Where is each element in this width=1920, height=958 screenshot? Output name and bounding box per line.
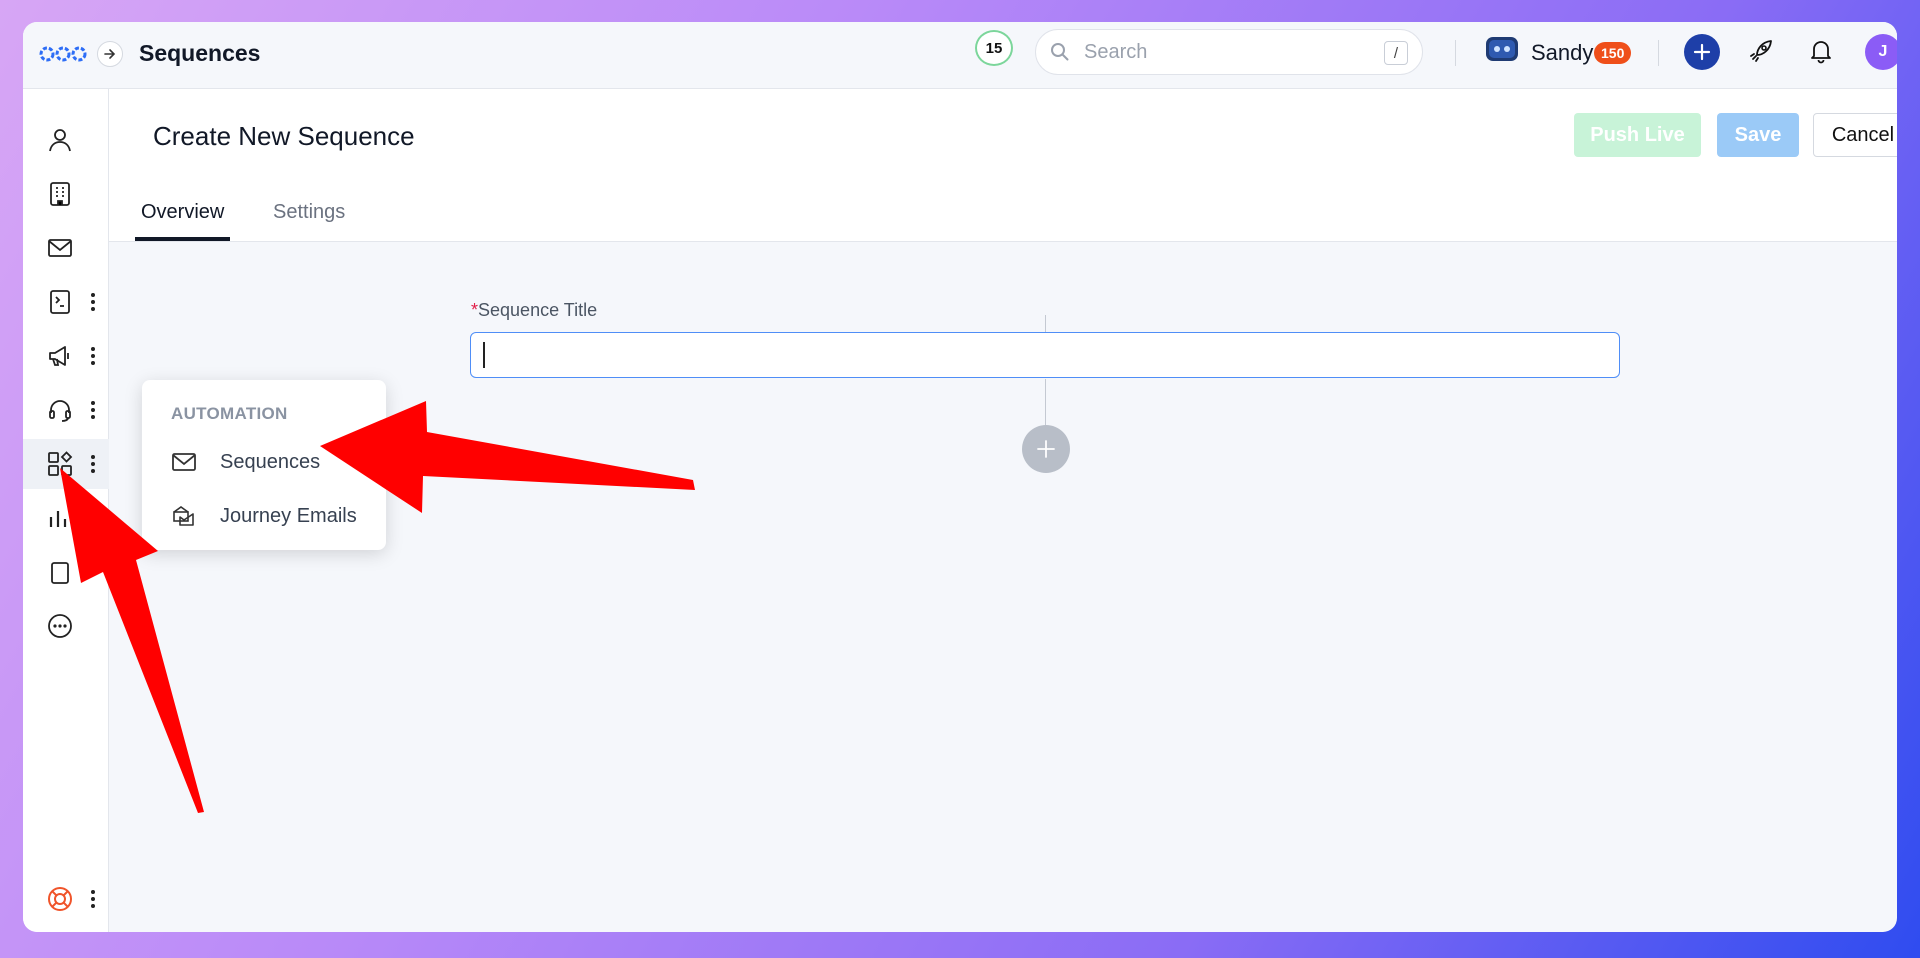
app-title: Sequences	[139, 40, 261, 66]
person-icon	[49, 129, 71, 152]
sidebar-item-automation[interactable]	[23, 439, 109, 489]
connector-line	[1045, 315, 1046, 332]
sidebar	[23, 89, 109, 932]
plus-icon	[1037, 440, 1055, 458]
more-vertical-icon[interactable]	[90, 888, 96, 910]
megaphone-icon	[49, 346, 69, 366]
menu-item-sequences[interactable]: Sequences	[142, 439, 386, 485]
credit-badge: 150	[1594, 42, 1632, 64]
app-window: Sequences 15 / Sandy 150	[23, 22, 1897, 932]
add-step-button[interactable]	[1022, 425, 1070, 473]
save-button[interactable]: Save	[1717, 113, 1799, 157]
mail-icon	[48, 239, 72, 257]
building-icon	[50, 182, 70, 206]
sidebar-item-more[interactable]	[23, 601, 109, 651]
sidebar-item-help[interactable]	[23, 874, 109, 924]
user-name[interactable]: Sandy	[1531, 40, 1593, 66]
sidebar-item-companies[interactable]	[23, 169, 109, 219]
more-icon	[48, 614, 72, 638]
chart-icon	[49, 511, 67, 527]
tab-overview[interactable]: Overview	[141, 201, 224, 224]
page-header: Create New Sequence Push Live Save Cance…	[109, 89, 1897, 242]
invoice-icon	[50, 290, 70, 314]
notifications-button[interactable]	[1806, 36, 1836, 66]
text-cursor	[483, 342, 485, 368]
rocket-button[interactable]	[1746, 36, 1776, 66]
avatar[interactable]: J	[1865, 34, 1897, 70]
push-live-button[interactable]: Push Live	[1574, 113, 1701, 157]
more-vertical-icon[interactable]	[90, 399, 96, 421]
sidebar-item-tasks[interactable]	[23, 547, 109, 597]
robot-icon[interactable]	[1484, 34, 1520, 64]
divider	[1658, 40, 1659, 66]
menu-item-label: Sequences	[220, 451, 321, 473]
menu-heading: AUTOMATION	[171, 404, 288, 423]
apps-icon	[48, 451, 73, 476]
more-vertical-icon[interactable]	[90, 291, 96, 313]
sidebar-item-reports[interactable]	[23, 493, 109, 543]
more-vertical-icon[interactable]	[90, 345, 96, 367]
sequence-title-label-text: Sequence Title	[478, 300, 598, 320]
logo-icon[interactable]	[39, 42, 87, 66]
arrow-right-icon	[104, 49, 116, 59]
journey-email-icon	[173, 506, 194, 526]
lifebuoy-icon	[48, 887, 72, 911]
menu-item-journey-emails[interactable]: Journey Emails	[142, 493, 386, 539]
expand-sidebar-button[interactable]	[97, 41, 123, 67]
sidebar-item-contacts[interactable]	[23, 115, 109, 165]
headset-icon	[49, 400, 71, 422]
cancel-button[interactable]: Cancel	[1813, 113, 1897, 157]
plus-icon	[1693, 43, 1711, 61]
bell-icon	[1811, 41, 1831, 64]
clipboard-icon	[51, 562, 69, 584]
search-shortcut-key: /	[1384, 41, 1408, 65]
mail-icon	[172, 453, 196, 471]
more-vertical-icon[interactable]	[90, 507, 96, 529]
rocket-icon	[1750, 40, 1772, 62]
divider	[1455, 40, 1456, 66]
sequence-title-label: *Sequence Title	[471, 300, 597, 321]
notification-count-badge[interactable]: 15	[975, 30, 1013, 66]
search-bar[interactable]: /	[1035, 29, 1423, 75]
sidebar-item-invoices[interactable]	[23, 277, 109, 327]
automation-menu: AUTOMATION Sequences Journey Emails	[142, 380, 386, 550]
required-mark: *	[471, 300, 479, 320]
menu-item-label: Journey Emails	[220, 505, 357, 527]
top-bar: Sequences 15 / Sandy 150	[23, 22, 1897, 89]
page-title: Create New Sequence	[153, 121, 415, 151]
sequence-title-input[interactable]	[470, 332, 1620, 378]
search-input[interactable]	[1084, 40, 1364, 64]
more-vertical-icon[interactable]	[90, 453, 96, 475]
search-icon	[1051, 43, 1069, 61]
active-tab-indicator	[135, 237, 230, 241]
sidebar-item-inbox[interactable]	[23, 223, 109, 273]
connector-line	[1045, 379, 1046, 425]
sidebar-item-support[interactable]	[23, 385, 109, 435]
add-button[interactable]	[1684, 34, 1720, 70]
tab-settings[interactable]: Settings	[273, 201, 345, 224]
sidebar-item-marketing[interactable]	[23, 331, 109, 381]
